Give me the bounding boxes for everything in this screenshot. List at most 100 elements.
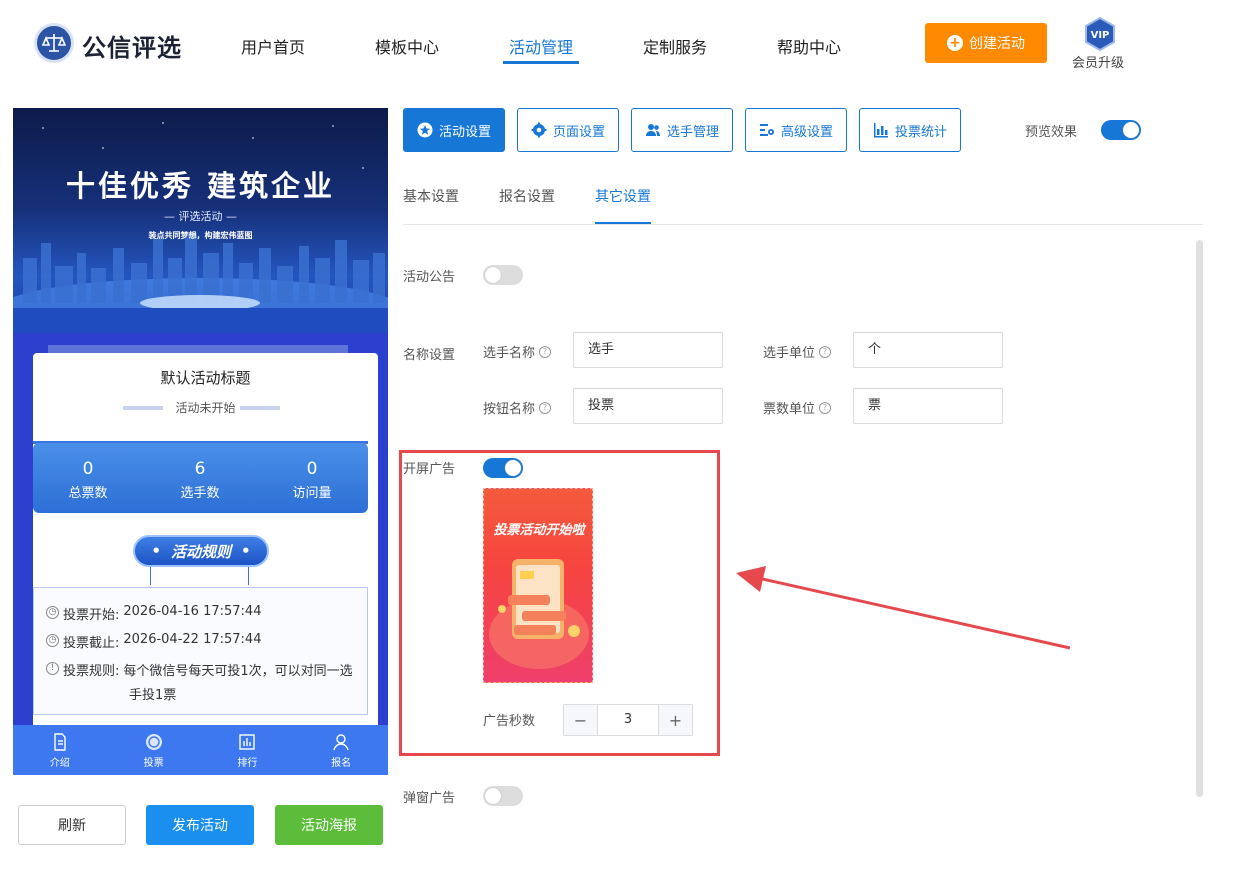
refresh-button[interactable]: 刷新	[18, 805, 126, 845]
rules-box: ◷ 投票开始: 2026-04-16 17:57:44 ◷ 投票截止: 2026…	[33, 587, 368, 715]
name-settings-label: 名称设置	[403, 348, 456, 363]
mobile-preview: 十佳优秀 建筑企业 — 评选活动 — 装点共同梦想，构建宏伟蓝图 默认活动标题 …	[13, 108, 388, 775]
nav-activity-management[interactable]: 活动管理	[509, 34, 573, 58]
player-unit-input[interactable]: 个	[853, 332, 1003, 368]
ad-seconds-stepper: − 3 +	[563, 704, 693, 736]
annotation-arrow	[736, 566, 1071, 650]
subtab-divider	[403, 224, 1203, 225]
activity-poster-button[interactable]: 活动海报	[275, 805, 383, 845]
create-activity-button[interactable]: + 创建活动	[925, 23, 1047, 63]
info-icon: !	[46, 662, 59, 675]
player-unit-label: 选手单位?	[763, 342, 832, 361]
decrement-button[interactable]: −	[564, 705, 597, 735]
popup-ad-toggle[interactable]	[483, 786, 523, 806]
tab-advanced-settings[interactable]: 高级设置	[745, 108, 847, 152]
notice-toggle[interactable]	[483, 265, 523, 285]
stat-players-value: 6	[194, 459, 206, 479]
mobile-tab-bar: 介绍 投票 排行 报名	[13, 725, 388, 775]
clock-icon: ◷	[46, 634, 59, 647]
brand-name: 公信评选	[82, 34, 182, 62]
nav-template-center[interactable]: 模板中心	[375, 34, 439, 58]
toggle-knob	[485, 267, 501, 283]
tab-vote[interactable]: 投票	[107, 725, 201, 775]
banner-tagline: 装点共同梦想，构建宏伟蓝图	[148, 231, 253, 240]
nav-active-indicator	[503, 61, 579, 64]
rule-policy-continued: 手投1票	[129, 688, 177, 703]
nav-user-home[interactable]: 用户首页	[241, 34, 305, 58]
banner-title: 十佳优秀 建筑企业	[65, 169, 336, 203]
rules-title-badge: • 活动规则 •	[133, 535, 269, 567]
phone-illustration	[489, 559, 589, 669]
button-name-label: 按钮名称?	[483, 398, 552, 417]
preview-label: 预览效果	[1025, 125, 1078, 140]
users-icon	[645, 124, 660, 136]
tab-ranking[interactable]: 排行	[201, 725, 295, 775]
rules-connector-right	[248, 567, 249, 585]
help-icon[interactable]: ?	[539, 345, 552, 358]
stat-visits-value: 0	[306, 459, 318, 479]
vip-badge-text: VIP	[1091, 30, 1110, 41]
logo-icon	[34, 23, 74, 63]
splash-ad-label: 开屏广告	[403, 462, 456, 477]
scrollbar[interactable]	[1196, 240, 1203, 797]
tab-signup[interactable]: 报名	[294, 725, 388, 775]
clock-icon: ◷	[46, 606, 59, 619]
banner-subtitle: — 评选活动 —	[164, 210, 237, 223]
settings-sliders-icon	[759, 124, 774, 136]
subtab-signup-settings[interactable]: 报名设置	[499, 186, 555, 206]
nav-help-center[interactable]: 帮助中心	[777, 34, 841, 58]
player-name-label: 选手名称?	[483, 342, 552, 361]
increment-button[interactable]: +	[659, 705, 692, 735]
document-icon	[54, 732, 66, 751]
activity-banner: 十佳优秀 建筑企业 — 评选活动 — 装点共同梦想，构建宏伟蓝图	[13, 108, 388, 333]
help-icon[interactable]: ?	[819, 345, 832, 358]
plus-icon: +	[947, 35, 963, 51]
bar-chart-icon	[873, 123, 888, 138]
notice-label: 活动公告	[403, 270, 456, 285]
vip-upgrade-label[interactable]: 会员升级	[1072, 52, 1124, 71]
tab-player-management[interactable]: 选手管理	[631, 108, 733, 152]
card-top-strip	[48, 345, 348, 353]
status-divider-right	[240, 406, 280, 410]
rule-end: ◷ 投票截止: 2026-04-22 17:57:44	[46, 632, 261, 651]
help-icon[interactable]: ?	[539, 401, 552, 414]
splash-ad-image[interactable]: 投票活动开始啦	[483, 488, 593, 683]
tab-intro[interactable]: 介绍	[13, 725, 107, 775]
toggle-knob	[505, 460, 521, 476]
vote-icon	[145, 733, 162, 750]
stats-panel: 0 总票数 6 选手数 0 访问量	[33, 443, 368, 513]
stat-visits-label: 访问量	[292, 486, 332, 501]
ad-seconds-label: 广告秒数	[483, 714, 536, 729]
activity-status: 活动未开始	[175, 401, 236, 415]
star-icon	[417, 122, 433, 138]
stat-players-label: 选手数	[180, 486, 220, 501]
vote-unit-input[interactable]: 票	[853, 388, 1003, 424]
rules-connector-left	[150, 567, 151, 585]
toggle-knob	[485, 788, 501, 804]
splash-ad-toggle[interactable]	[483, 458, 523, 478]
vip-icon[interactable]: VIP	[1083, 16, 1117, 52]
subtab-basic-settings[interactable]: 基本设置	[403, 186, 459, 206]
nav-custom-service[interactable]: 定制服务	[643, 34, 707, 58]
ad-seconds-input[interactable]: 3	[597, 705, 659, 735]
rule-policy: ! 投票规则: 每个微信号每天可投1次，可以对同一选	[46, 660, 353, 679]
gear-icon	[531, 122, 547, 138]
subtab-other-settings[interactable]: 其它设置	[595, 186, 651, 206]
button-name-input[interactable]: 投票	[573, 388, 723, 424]
player-name-input[interactable]: 选手	[573, 332, 723, 368]
stat-total-votes-label: 总票数	[68, 486, 108, 501]
vote-unit-label: 票数单位?	[763, 398, 832, 417]
publish-activity-button[interactable]: 发布活动	[146, 805, 254, 845]
tab-activity-settings[interactable]: 活动设置	[403, 108, 505, 152]
preview-toggle[interactable]	[1101, 120, 1141, 140]
help-icon[interactable]: ?	[819, 401, 832, 414]
stat-total-votes-value: 0	[82, 459, 94, 479]
popup-ad-label: 弹窗广告	[403, 791, 456, 806]
tab-vote-statistics[interactable]: 投票统计	[859, 108, 961, 152]
ad-image-headline: 投票活动开始啦	[493, 523, 585, 538]
subtab-active-indicator	[595, 222, 651, 224]
tab-page-settings[interactable]: 页面设置	[517, 108, 619, 152]
user-icon	[333, 733, 349, 750]
rule-start: ◷ 投票开始: 2026-04-16 17:57:44	[46, 604, 261, 623]
bar-chart-icon	[239, 733, 256, 750]
